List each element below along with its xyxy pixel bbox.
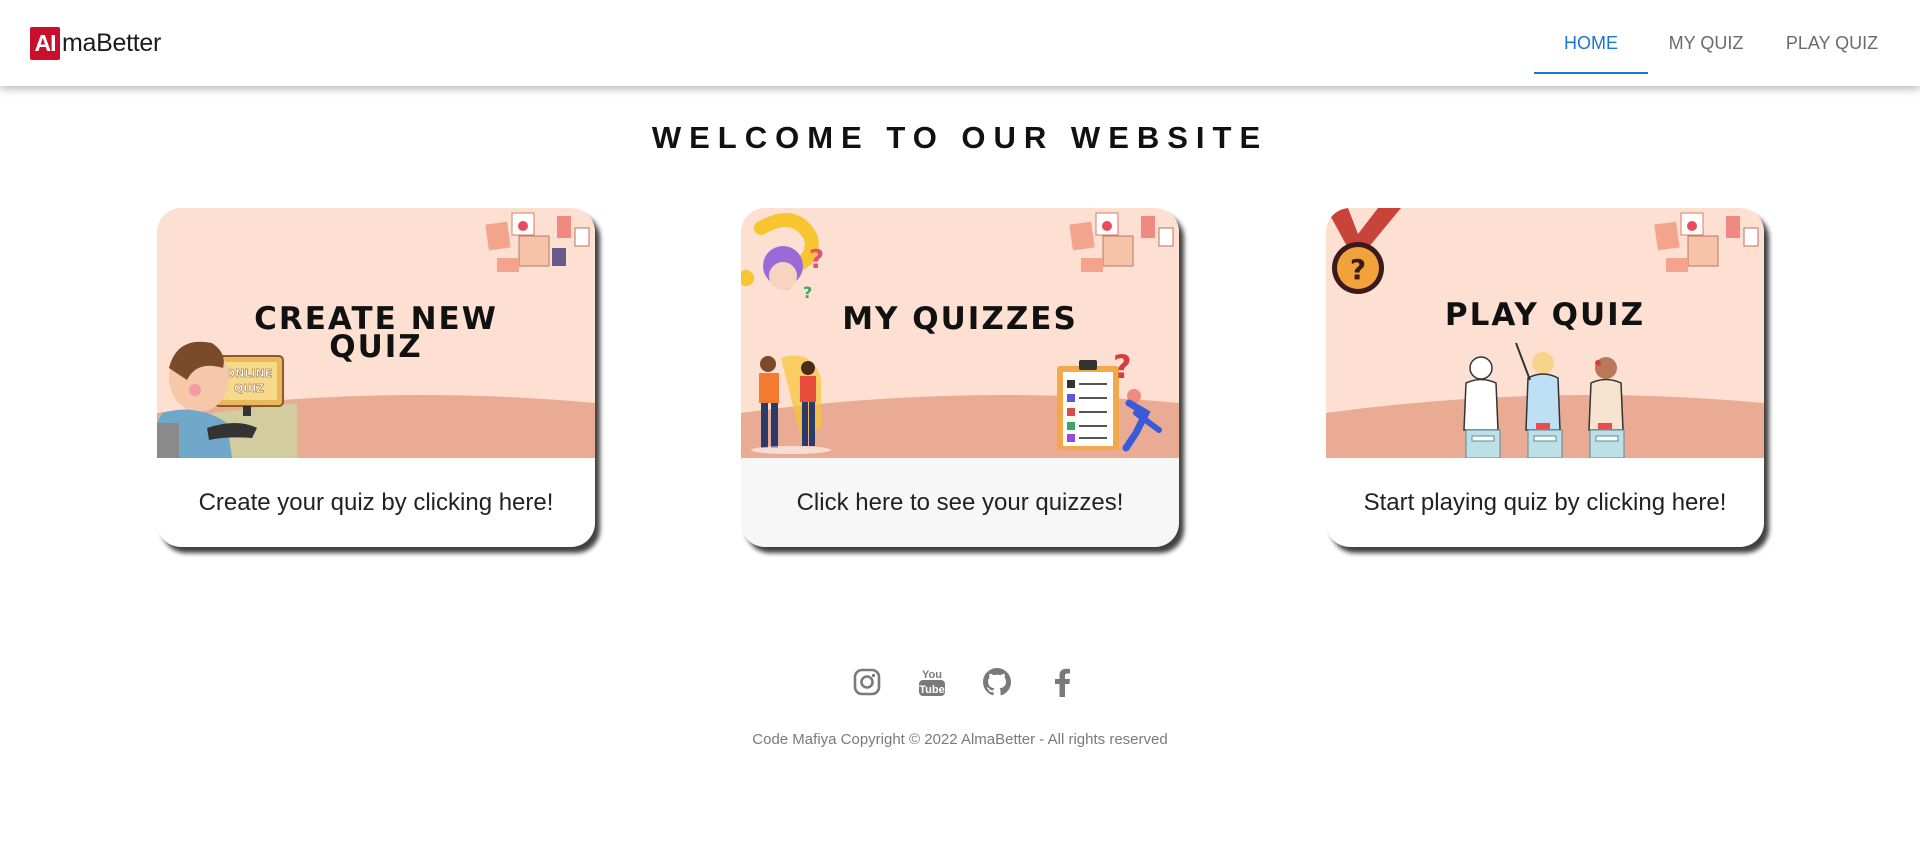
github-icon[interactable] — [981, 666, 1013, 698]
youtube-icon[interactable]: You Tube — [916, 666, 948, 698]
svg-text:QUIZ: QUIZ — [234, 382, 264, 395]
nav-play-quiz[interactable]: PLAY QUIZ — [1764, 0, 1900, 86]
page-title: WELCOME TO OUR WEBSITE — [651, 120, 1269, 155]
svg-text:?: ? — [1350, 253, 1366, 286]
my-quizzes-illustration: ? ? MY QUIZZES ? — [741, 208, 1179, 458]
create-quiz-description: Create your quiz by clicking here! — [198, 488, 554, 516]
my-quizzes-description: Click here to see your quizzes! — [796, 488, 1124, 516]
svg-text:Tube: Tube — [919, 684, 944, 696]
card-my-quizzes[interactable]: ? ? MY QUIZZES ? Click here to see your … — [741, 208, 1179, 547]
copyright-text: Code Mafiya Copyright © 2022 AlmaBetter … — [752, 731, 1168, 748]
create-quiz-image-title-2: QUIZ — [329, 329, 423, 365]
play-quiz-image-title: PLAY QUIZ — [1445, 297, 1645, 333]
logo-text: maBetter — [62, 29, 162, 57]
create-quiz-illustration: CREATE NEW QUIZ ONLINE QUIZ — [157, 208, 595, 458]
nav-home[interactable]: HOME — [1534, 0, 1648, 86]
svg-text:?: ? — [1113, 348, 1132, 386]
nav-my-quiz[interactable]: MY QUIZ — [1648, 0, 1764, 86]
my-quizzes-image-title: MY QUIZZES — [842, 301, 1078, 337]
svg-text:?: ? — [809, 245, 824, 275]
play-quiz-illustration: ? PLAY QUIZ — [1326, 208, 1764, 459]
play-quiz-description: Start playing quiz by clicking here! — [1363, 488, 1727, 516]
top-navbar: AI maBetter HOME MY QUIZ PLAY QUIZ — [0, 0, 1920, 86]
facebook-icon[interactable] — [1046, 666, 1078, 698]
quiz-contestants — [1463, 342, 1625, 459]
card-play-quiz[interactable]: ? PLAY QUIZ Start playing quiz by clicki… — [1326, 208, 1764, 547]
svg-text:?: ? — [803, 283, 812, 302]
instagram-icon[interactable] — [851, 666, 883, 698]
main-nav: HOME MY QUIZ PLAY QUIZ — [1534, 0, 1920, 86]
svg-text:You: You — [922, 669, 942, 681]
logo-badge: AI — [30, 27, 60, 60]
online-quiz-label: ONLINE — [226, 367, 272, 380]
person-at-computer: ONLINE QUIZ — [157, 341, 297, 458]
almabetter-logo[interactable]: AI maBetter — [30, 27, 161, 60]
social-links: You Tube — [851, 666, 1111, 698]
card-create-quiz[interactable]: CREATE NEW QUIZ ONLINE QUIZ Create your … — [157, 208, 595, 547]
